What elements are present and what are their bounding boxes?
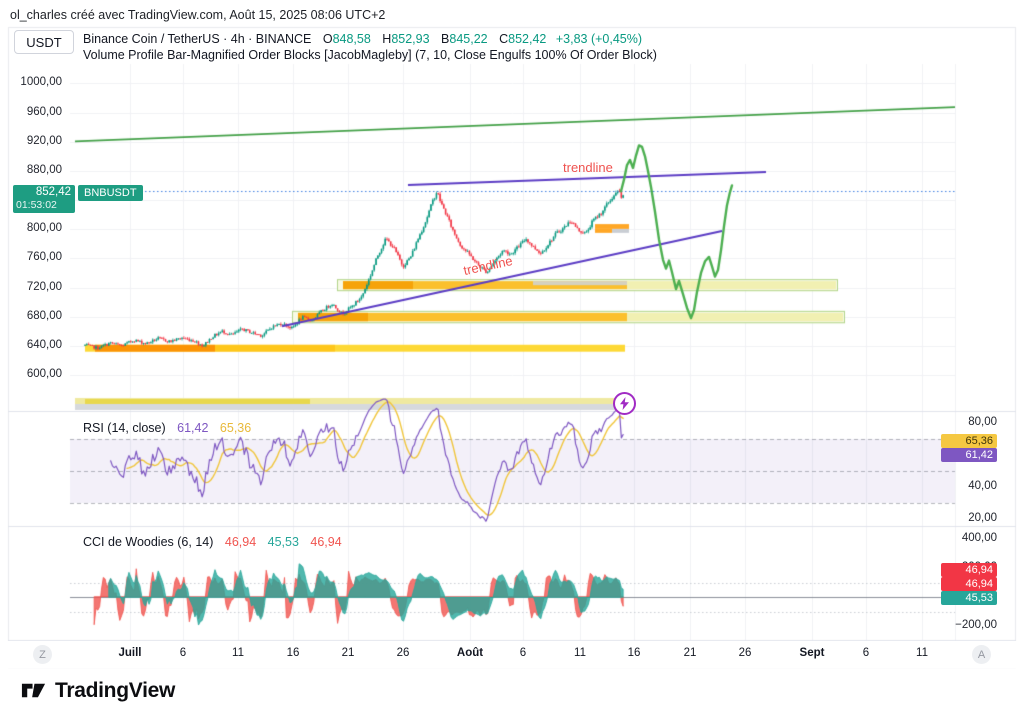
rsi-title-text: RSI (14, close) (83, 421, 166, 435)
price-axis-label: 720,00 (4, 281, 62, 293)
cci-axis-label: 400,00 (941, 532, 997, 544)
change-value: +3,83 (+0,45%) (556, 32, 642, 46)
close-label: C (499, 32, 508, 46)
indicator-title: Volume Profile Bar-Magnified Order Block… (83, 48, 657, 62)
time-axis-tick: Juill (118, 647, 141, 659)
time-axis-tick: 26 (397, 647, 410, 659)
time-axis-tick: Sept (800, 647, 825, 659)
low-value: 845,22 (449, 32, 487, 46)
cci-price-box-1: 46,94 (941, 563, 997, 577)
cci-turbo-value: 46,94 (310, 535, 341, 549)
cci-price-box-3: 45,53 (941, 591, 997, 605)
time-axis: Z A Juill 6 11 16 21 26 Août 6 11 16 21 26 Sept 6 11 (0, 641, 1024, 668)
symbol-info-bar: Binance Coin / TetherUS · 4h · BINANCE O… (83, 32, 642, 46)
tradingview-published-chart: ol_charles créé avec TradingView.com, Ao… (0, 0, 1024, 721)
close-value: 852,42 (508, 32, 546, 46)
time-axis-tick: 11 (574, 647, 586, 659)
cci-title-text: CCI de Woodies (6, 14) (83, 535, 213, 549)
time-axis-tick: 21 (684, 647, 697, 659)
time-axis-tick: 11 (916, 647, 928, 659)
time-axis-tick: 16 (628, 647, 641, 659)
rsi-value: 61,42 (177, 421, 208, 435)
last-price-value: 852,42 (13, 186, 75, 199)
last-price-label: 852,42 01:53:02 (13, 185, 75, 213)
price-axis-label: 760,00 (4, 251, 62, 263)
trendline-annotation-upper: trendline (563, 160, 613, 175)
price-axis-label: 640,00 (4, 339, 62, 351)
cci-price-box-2: 46,94 (941, 577, 997, 591)
symbol-title: Binance Coin / TetherUS · 4h · BINANCE (83, 32, 311, 46)
rsi-axis-label: 40,00 (941, 480, 997, 492)
cci-axis-label: −200,00 (941, 619, 997, 631)
time-axis-tick: 11 (232, 647, 244, 659)
cci-slow-value: 45,53 (268, 535, 299, 549)
rsi-ma-value: 65,36 (220, 421, 251, 435)
time-axis-tick: 16 (287, 647, 300, 659)
tradingview-logo-icon (20, 677, 47, 704)
cci-fast-value: 46,94 (225, 535, 256, 549)
time-axis-tick: 26 (739, 647, 752, 659)
time-axis-tick: 6 (520, 647, 526, 659)
rsi-axis-label: 80,00 (941, 416, 997, 428)
timeline-left-badge: Z (33, 645, 52, 664)
high-value: 852,93 (391, 32, 429, 46)
attribution-text: ol_charles créé avec TradingView.com, Ao… (10, 8, 385, 22)
symbol-price-tag: BNBUSDT (78, 185, 143, 201)
price-axis-label: 960,00 (4, 106, 62, 118)
price-axis-label: 920,00 (4, 135, 62, 147)
currency-button[interactable]: USDT (14, 30, 74, 54)
price-axis-label: 880,00 (4, 164, 62, 176)
rsi-ma-price-box: 65,36 (941, 434, 997, 448)
open-label: O (323, 32, 333, 46)
tradingview-logo-text: TradingView (55, 679, 175, 703)
price-axis-label: 680,00 (4, 310, 62, 322)
open-value: 848,58 (333, 32, 371, 46)
tradingview-logo[interactable]: TradingView (20, 677, 175, 704)
rsi-axis-label: 20,00 (941, 512, 997, 524)
rsi-panel-title: RSI (14, close) 61,42 65,36 (83, 421, 251, 435)
time-axis-tick: Août (457, 647, 483, 659)
bar-countdown: 01:53:02 (13, 199, 75, 212)
price-axis-label: 800,00 (4, 222, 62, 234)
price-axis-label: 600,00 (4, 368, 62, 380)
high-label: H (382, 32, 391, 46)
cci-panel-title: CCI de Woodies (6, 14) 46,94 45,53 46,94 (83, 535, 342, 549)
timeline-right-badge: A (972, 645, 991, 664)
time-axis-tick: 6 (863, 647, 869, 659)
rsi-price-box: 61,42 (941, 448, 997, 462)
time-axis-tick: 6 (180, 647, 186, 659)
chart-canvas[interactable] (0, 0, 1024, 721)
price-axis-label: 1000,00 (4, 76, 62, 88)
lightning-icon[interactable] (613, 392, 636, 415)
time-axis-tick: 21 (342, 647, 355, 659)
